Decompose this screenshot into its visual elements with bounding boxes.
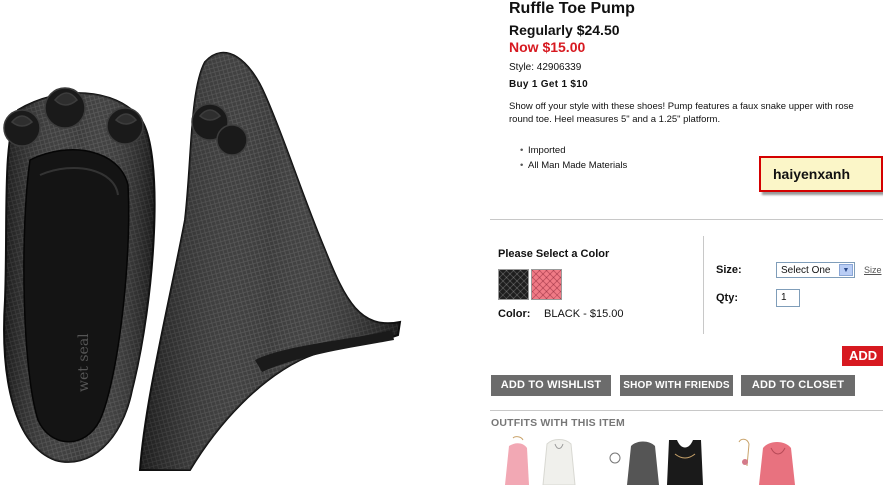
insole-brand: wet seal — [76, 333, 92, 392]
size-chart-link[interactable]: Size — [864, 265, 882, 275]
add-to-bag-button[interactable]: ADD — [842, 346, 883, 366]
vertical-divider — [703, 236, 704, 334]
regular-price: Regularly $24.50 — [509, 22, 620, 38]
outfits-title: OUTFITS WITH THIS ITEM — [491, 417, 625, 429]
product-description: Show off your style with these shoes! Pu… — [509, 100, 883, 126]
outfit-thumbnail[interactable] — [609, 440, 703, 485]
chevron-down-icon[interactable]: ▼ — [839, 264, 853, 276]
feature-item: All Man Made Materials — [520, 158, 627, 173]
description-line: round toe. Heel measures 5" and a 1.25" … — [509, 114, 721, 125]
feature-item: Imported — [520, 143, 627, 158]
size-select[interactable]: Select One ▼ — [776, 262, 855, 278]
divider — [490, 219, 883, 220]
qty-input[interactable]: 1 — [776, 289, 800, 307]
left-shoe: wet seal — [3, 87, 156, 463]
product-title: Ruffle Toe Pump — [509, 0, 635, 17]
color-select-title: Please Select a Color — [498, 248, 610, 260]
black-swatch[interactable] — [498, 269, 529, 300]
selected-color: BLACK - $15.00 — [544, 308, 624, 320]
qty-label: Qty: — [716, 292, 738, 304]
add-to-wishlist-button[interactable]: ADD TO WISHLIST — [491, 375, 611, 396]
divider — [490, 410, 883, 411]
promo-text: Buy 1 Get 1 $10 — [509, 79, 588, 90]
sale-price: Now $15.00 — [509, 39, 586, 55]
add-to-closet-button[interactable]: ADD TO CLOSET — [741, 375, 855, 396]
size-select-value: Select One — [781, 265, 831, 276]
outfit-thumbnail[interactable] — [505, 436, 576, 485]
right-shoe — [138, 51, 402, 471]
style-number: Style: 42906339 — [509, 62, 582, 73]
description-line: Show off your style with these shoes! Pu… — [509, 101, 854, 112]
outfit-thumbnail[interactable] — [738, 438, 795, 485]
pink-swatch[interactable] — [531, 269, 562, 300]
shop-with-friends-button[interactable]: SHOP WITH FRIENDS — [620, 375, 733, 396]
size-label: Size: — [716, 264, 742, 276]
watermark-label: haiyenxanh — [759, 156, 883, 192]
feature-list: Imported All Man Made Materials — [520, 143, 627, 173]
product-image: wet seal — [3, 51, 402, 471]
outfit-thumbnails — [505, 436, 795, 485]
color-label: Color: — [498, 308, 531, 320]
